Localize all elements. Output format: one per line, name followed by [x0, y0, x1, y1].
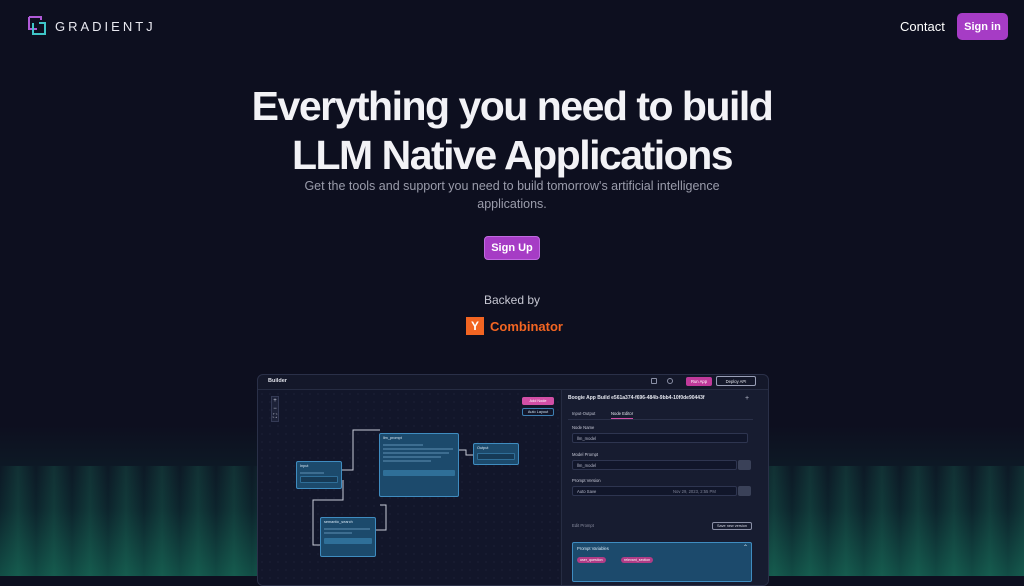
- hero-title: Everything you need to build LLM Native …: [0, 82, 1024, 180]
- bookmark-icon[interactable]: [651, 378, 657, 384]
- semantic-search-node[interactable]: semantic_search: [320, 517, 376, 557]
- prompt-variables-box: Prompt Variables ⌃ user_question relevan…: [572, 542, 752, 582]
- top-nav: GRADIENTJ Contact Sign in: [0, 0, 1024, 54]
- sign-in-button[interactable]: Sign in: [957, 13, 1008, 40]
- y-combinator-icon: Y: [466, 317, 484, 335]
- chevron-up-icon[interactable]: ⌃: [743, 544, 748, 551]
- app-preview: Builder Run App Deploy API + − ⛶ Add Nod…: [257, 374, 769, 586]
- prompt-version-label: Prompt Version: [572, 478, 601, 483]
- builder-tab[interactable]: Builder: [268, 378, 287, 384]
- node-title: Input: [300, 464, 309, 468]
- sign-up-button[interactable]: Sign Up: [484, 236, 540, 260]
- node-title: Output: [477, 446, 489, 450]
- prompt-version-dropdown-button[interactable]: [738, 486, 751, 496]
- llm-prompt-node[interactable]: llm_prompt: [379, 433, 459, 497]
- y-combinator-name: Combinator: [490, 318, 563, 334]
- model-prompt-dropdown-button[interactable]: [738, 460, 751, 470]
- save-new-version-button[interactable]: Save new version: [712, 522, 752, 530]
- tab-input-output[interactable]: Input-Output: [572, 411, 595, 416]
- logo-text: GRADIENTJ: [55, 18, 156, 34]
- variable-chip-user-question[interactable]: user_question: [577, 557, 606, 563]
- logo[interactable]: GRADIENTJ: [27, 15, 156, 37]
- app-toolbar: Builder Run App Deploy API: [258, 375, 768, 390]
- hero-title-line2: LLM Native Applications: [291, 132, 734, 178]
- input-node[interactable]: Input: [296, 461, 342, 489]
- run-app-button[interactable]: Run App: [686, 377, 712, 386]
- prompt-version-value: Auto Save: [577, 489, 597, 494]
- node-name-label: Node Name: [572, 425, 595, 430]
- history-icon[interactable]: [667, 378, 673, 384]
- hero-title-line1: Everything you need to build: [251, 83, 774, 129]
- prompt-version-select[interactable]: Auto Save Nov 29, 2023, 2:55 PM: [572, 486, 737, 496]
- node-editor-panel: Boogie App Build e561a374-f696-484b-9bb4…: [561, 390, 768, 585]
- tab-node-editor[interactable]: Node Editor: [611, 411, 634, 419]
- output-node[interactable]: Output: [473, 443, 519, 465]
- y-combinator-logo: Y Combinator: [466, 317, 563, 335]
- panel-title: Boogie App Build e561a374-f696-484b-9bb4…: [568, 395, 705, 401]
- node-title: semantic_search: [324, 520, 353, 524]
- variable-chip-relevant-section[interactable]: relevant_section: [621, 557, 654, 563]
- node-name-input[interactable]: llm_model: [572, 433, 748, 443]
- model-prompt-select[interactable]: llm_model: [572, 460, 737, 470]
- edit-prompt-label: Edit Prompt: [572, 523, 594, 528]
- panel-tabs: Input-Output Node Editor: [568, 410, 753, 420]
- backed-by-label: Backed by: [483, 293, 541, 307]
- node-title: llm_prompt: [383, 436, 402, 440]
- gradientj-logo-icon: [27, 15, 47, 37]
- deploy-api-button[interactable]: Deploy API: [716, 376, 756, 386]
- add-icon[interactable]: +: [745, 395, 749, 402]
- hero-subtitle: Get the tools and support you need to bu…: [304, 179, 720, 211]
- contact-link[interactable]: Contact: [900, 19, 945, 34]
- prompt-version-date: Nov 29, 2023, 2:55 PM: [673, 489, 716, 494]
- builder-canvas[interactable]: + − ⛶ Add Node Auto Layout llm_prompt In…: [258, 390, 560, 585]
- model-prompt-label: Model Prompt: [572, 452, 599, 457]
- prompt-variables-label: Prompt Variables: [577, 546, 609, 551]
